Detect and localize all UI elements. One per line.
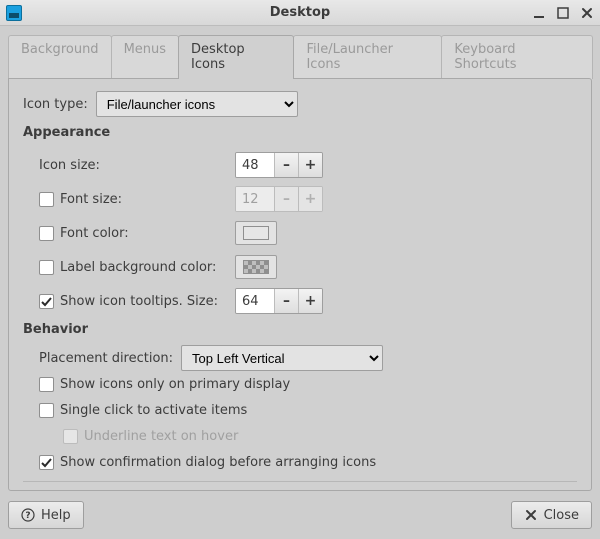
font-size-spinner: 12 – + bbox=[235, 186, 323, 212]
font-size-value: 12 bbox=[236, 187, 274, 211]
tab-desktop-icons[interactable]: Desktop Icons bbox=[178, 35, 294, 79]
icon-size-label: Icon size: bbox=[39, 158, 100, 173]
confirm-arrange-label: Show confirmation dialog before arrangin… bbox=[60, 455, 376, 470]
appearance-heading: Appearance bbox=[23, 125, 577, 140]
placement-select[interactable]: Top Left Vertical bbox=[181, 345, 383, 371]
single-click-checkbox[interactable] bbox=[39, 403, 54, 418]
tooltips-label: Show icon tooltips. Size: bbox=[60, 294, 218, 309]
icon-size-value[interactable]: 48 bbox=[236, 153, 274, 177]
tab-bar: Background Menus Desktop Icons File/Laun… bbox=[8, 34, 592, 78]
dialog-footer: ? Help Close bbox=[0, 491, 600, 539]
tab-keyboard-shortcuts[interactable]: Keyboard Shortcuts bbox=[441, 35, 593, 79]
font-size-label: Font size: bbox=[60, 192, 122, 207]
font-size-checkbox[interactable] bbox=[39, 192, 54, 207]
close-button-label: Close bbox=[544, 508, 579, 523]
svg-text:?: ? bbox=[25, 511, 30, 521]
underline-hover-checkbox bbox=[63, 429, 78, 444]
tab-menus[interactable]: Menus bbox=[111, 35, 179, 79]
tooltips-size-value[interactable]: 64 bbox=[236, 289, 274, 313]
help-button[interactable]: ? Help bbox=[8, 501, 84, 529]
primary-display-label: Show icons only on primary display bbox=[60, 377, 290, 392]
underline-hover-label: Underline text on hover bbox=[84, 429, 238, 444]
help-icon: ? bbox=[21, 508, 35, 522]
help-button-label: Help bbox=[41, 508, 71, 523]
icon-type-select[interactable]: File/launcher icons bbox=[96, 91, 298, 117]
font-color-button[interactable] bbox=[235, 221, 277, 245]
font-color-swatch bbox=[243, 226, 269, 240]
close-button-icon bbox=[524, 508, 538, 522]
icon-size-spinner[interactable]: 48 – + bbox=[235, 152, 323, 178]
placement-label: Placement direction: bbox=[39, 351, 173, 366]
icon-size-decrement[interactable]: – bbox=[274, 153, 298, 177]
label-bg-button[interactable] bbox=[235, 255, 277, 279]
tooltips-size-increment[interactable]: + bbox=[298, 289, 322, 313]
tooltips-size-spinner[interactable]: 64 – + bbox=[235, 288, 323, 314]
tab-file-launcher-icons[interactable]: File/Launcher Icons bbox=[293, 35, 442, 79]
label-bg-checkbox[interactable] bbox=[39, 260, 54, 275]
tooltips-checkbox[interactable] bbox=[39, 294, 54, 309]
font-color-label: Font color: bbox=[60, 226, 129, 241]
window-title: Desktop bbox=[0, 5, 600, 20]
close-button[interactable]: Close bbox=[511, 501, 592, 529]
icon-size-increment[interactable]: + bbox=[298, 153, 322, 177]
primary-display-checkbox[interactable] bbox=[39, 377, 54, 392]
tab-panel-desktop-icons: Icon type: File/launcher icons Appearanc… bbox=[8, 78, 592, 491]
tooltips-size-decrement[interactable]: – bbox=[274, 289, 298, 313]
label-bg-swatch bbox=[243, 260, 269, 274]
font-size-decrement: – bbox=[274, 187, 298, 211]
font-size-increment: + bbox=[298, 187, 322, 211]
label-bg-label: Label background color: bbox=[60, 260, 216, 275]
font-color-checkbox[interactable] bbox=[39, 226, 54, 241]
behavior-heading: Behavior bbox=[23, 322, 577, 337]
panel-separator bbox=[23, 481, 577, 482]
single-click-label: Single click to activate items bbox=[60, 403, 247, 418]
icon-type-label: Icon type: bbox=[23, 97, 88, 112]
confirm-arrange-checkbox[interactable] bbox=[39, 455, 54, 470]
tab-background[interactable]: Background bbox=[8, 35, 112, 79]
window-titlebar: Desktop bbox=[0, 0, 600, 26]
